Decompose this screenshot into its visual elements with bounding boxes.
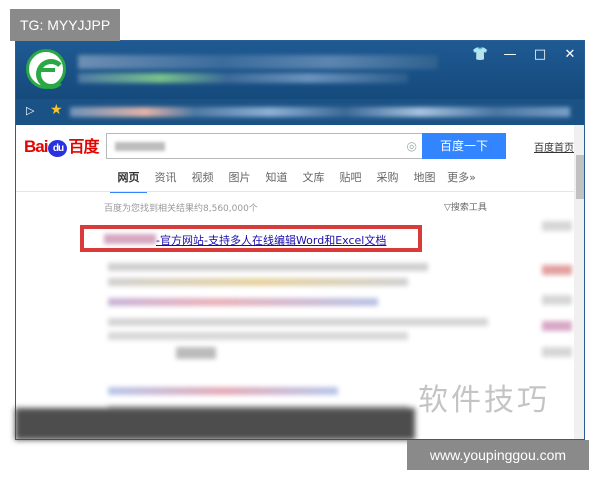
tabs-divider	[16, 191, 576, 192]
scrollbar-thumb[interactable]	[576, 155, 584, 199]
close-icon[interactable]: ✕	[562, 47, 578, 62]
blurred-snippet	[108, 318, 488, 326]
blurred-snippet	[108, 387, 338, 395]
favorites-bar: ▷ ★	[16, 99, 584, 125]
blurred-query	[115, 142, 165, 151]
tab-tieba[interactable]: 贴吧	[332, 169, 369, 193]
star-icon[interactable]: ★	[50, 102, 63, 118]
blurred-sidebar	[542, 265, 572, 275]
blurred-snippet	[108, 332, 408, 340]
search-input[interactable]: ◎	[106, 133, 424, 159]
blurred-snippet	[176, 347, 216, 359]
watermark-tag: TG: MYYJJPP	[10, 9, 121, 41]
result-count: 百度为您找到相关结果约8,560,000个	[104, 204, 258, 214]
search-tabs: 网页 资讯 视频 图片 知道 文库 贴吧 采购 地图 更多»	[110, 169, 480, 193]
browser-logo-icon[interactable]	[26, 49, 66, 89]
camera-icon[interactable]: ◎	[407, 139, 417, 153]
search-tools[interactable]: ▽搜索工具	[444, 200, 487, 213]
watermark-url: www.youpinggou.com	[407, 440, 589, 470]
vertical-scrollbar[interactable]	[574, 125, 584, 439]
home-link[interactable]: 百度首页	[534, 139, 574, 154]
blurred-sidebar	[542, 321, 572, 331]
blurred-snippet	[108, 263, 428, 271]
logo-bai: Bai	[24, 137, 48, 156]
tab-wenku[interactable]: 文库	[295, 169, 332, 193]
play-icon[interactable]: ▷	[26, 104, 34, 117]
blurred-snippet	[108, 278, 408, 286]
tab-caigou[interactable]: 采购	[369, 169, 406, 193]
baidu-logo[interactable]: Bai du 百度	[24, 133, 99, 157]
blurred-favorites	[70, 107, 570, 117]
result-title-link[interactable]: -官方网站-支持多人在线编辑Word和Excel文档	[156, 232, 386, 248]
tab-video[interactable]: 视频	[184, 169, 221, 193]
tab-map[interactable]: 地图	[406, 169, 443, 193]
blurred-sidebar	[542, 347, 572, 357]
shirt-icon[interactable]: 👕	[472, 47, 488, 62]
search-button[interactable]: 百度一下	[422, 133, 506, 159]
window-controls: 👕 — □ ✕	[472, 47, 578, 62]
blurred-taskbar	[15, 408, 415, 440]
blurred-snippet	[108, 298, 378, 306]
tab-news[interactable]: 资讯	[147, 169, 184, 193]
highlighted-result[interactable]: -官方网站-支持多人在线编辑Word和Excel文档	[80, 225, 422, 252]
blurred-tab-strip	[78, 55, 438, 69]
blurred-sidebar	[542, 295, 572, 305]
title-bar: 👕 — □ ✕	[16, 41, 584, 99]
logo-cn: 百度	[68, 139, 99, 156]
tab-web[interactable]: 网页	[110, 169, 147, 193]
watermark-cn: 软件技巧	[418, 383, 550, 418]
baidu-paw-icon: du	[48, 140, 68, 157]
blurred-site-name	[104, 234, 156, 244]
maximize-icon[interactable]: □	[532, 47, 548, 62]
minimize-icon[interactable]: —	[502, 47, 518, 62]
blurred-sidebar	[542, 221, 572, 231]
screenshot: TG: MYYJJPP 👕 — □ ✕ ▷ ★ Bai du 百度 ◎ 百度一下…	[0, 0, 600, 480]
tab-more[interactable]: 更多»	[443, 169, 480, 193]
tab-zhidao[interactable]: 知道	[258, 169, 295, 193]
tab-images[interactable]: 图片	[221, 169, 258, 193]
blurred-tab-strip-lower	[78, 73, 408, 83]
